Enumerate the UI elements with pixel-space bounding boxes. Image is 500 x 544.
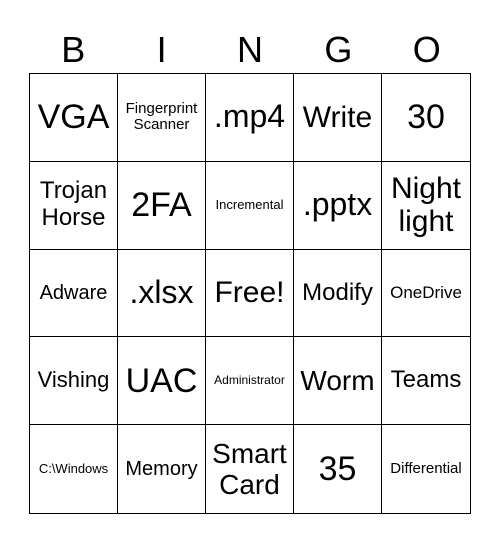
bingo-cell[interactable]: C:\Windows <box>30 425 118 513</box>
bingo-cell[interactable]: VGA <box>30 74 118 162</box>
bingo-grid: VGA Fingerprint Scanner .mp4 Write 30 Trojan … <box>29 73 471 514</box>
bingo-cell[interactable]: OneDrive <box>382 250 470 338</box>
header-letter-b: B <box>61 29 86 70</box>
header-letter-i: I <box>156 29 167 70</box>
bingo-cell[interactable]: Smart Card <box>206 425 294 513</box>
bingo-header: B I N G O <box>29 28 471 72</box>
bingo-cell[interactable]: Fingerprint Scanner <box>118 74 206 162</box>
bingo-cell[interactable]: Administrator <box>206 337 294 426</box>
bingo-cell[interactable]: Write <box>294 74 382 162</box>
bingo-cell[interactable]: Memory <box>118 425 206 513</box>
bingo-cell[interactable]: 35 <box>294 425 382 513</box>
bingo-cell[interactable]: .pptx <box>294 161 382 250</box>
bingo-cell[interactable]: 30 <box>382 74 470 162</box>
bingo-cell[interactable]: .mp4 <box>206 74 294 162</box>
bingo-cell[interactable]: Differential <box>382 425 470 513</box>
bingo-cell[interactable]: Free! <box>206 249 294 338</box>
bingo-cell[interactable]: UAC <box>118 337 206 426</box>
bingo-cell[interactable]: Vishing <box>30 337 118 426</box>
bingo-cell[interactable]: Trojan Horse <box>30 161 118 250</box>
bingo-cell[interactable]: Incremental <box>206 161 294 250</box>
bingo-cell[interactable]: .xlsx <box>118 249 206 338</box>
bingo-cell[interactable]: Teams <box>382 337 470 426</box>
header-letter-g: G <box>324 29 353 70</box>
header-letter-n: N <box>236 29 263 70</box>
bingo-cell[interactable]: 2FA <box>118 161 206 250</box>
header-letter-o: O <box>412 29 441 70</box>
bingo-cell[interactable]: Night light <box>382 162 470 250</box>
bingo-cell[interactable]: Adware <box>30 249 118 338</box>
bingo-cell[interactable]: Modify <box>294 249 382 338</box>
bingo-cell[interactable]: Worm <box>294 337 382 426</box>
